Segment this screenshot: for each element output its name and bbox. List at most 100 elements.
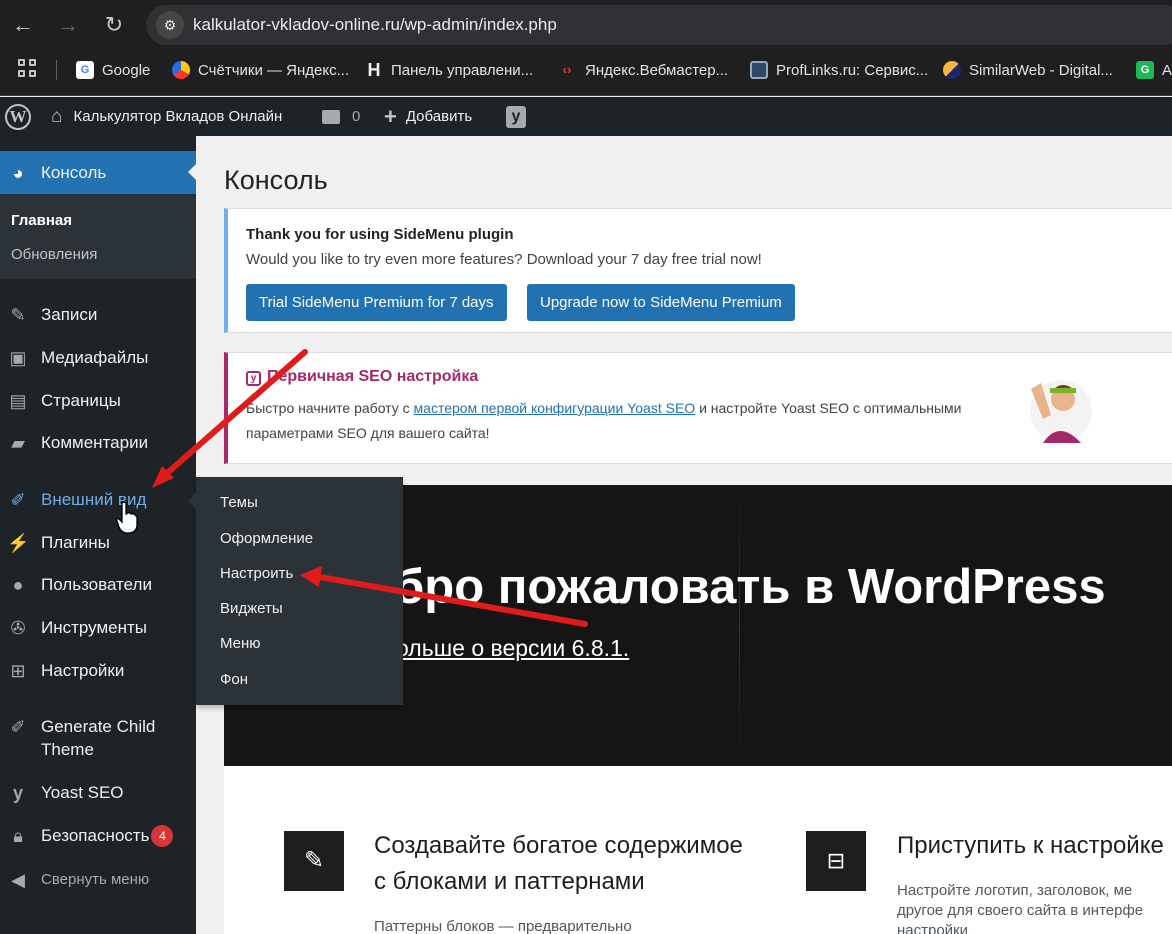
comment-bubble-icon <box>322 109 340 124</box>
new-content-link[interactable]: + Добавить <box>384 97 472 136</box>
flyout-menus[interactable]: Меню <box>220 635 261 652</box>
similarweb-icon <box>943 61 961 79</box>
menu-pages[interactable]: ▤ Страницы <box>0 388 196 413</box>
collapse-menu-button[interactable]: ◀ Свернуть меню <box>0 867 196 892</box>
site-info-icon[interactable]: ⚙ <box>156 11 184 39</box>
bookmark-panel[interactable]: H Панель управлени... <box>365 60 534 80</box>
submenu-home[interactable]: Главная <box>11 212 72 229</box>
column-title-blocks[interactable]: Создавайте богатое содержимое с блоками и… <box>374 828 743 900</box>
menu-security[interactable]: 🔒︎ Безопасность 4 <box>0 823 196 848</box>
menu-settings[interactable]: ⊞ Настройки <box>0 658 196 683</box>
sidemenu-notice: Thank you for using SideMenu plugin Woul… <box>224 208 1172 333</box>
wrench-icon: ✇ <box>10 617 26 638</box>
seo-notice-title: y Первичная SEO настройка <box>246 368 478 386</box>
seo-title-text: Первичная SEO настройка <box>267 368 479 385</box>
wordpress-logo-icon[interactable]: W <box>5 97 31 136</box>
menu-dashboard-item[interactable]: ◕ Консоль <box>0 151 196 194</box>
menu-yoast-seo[interactable]: y Yoast SEO <box>0 780 196 805</box>
column-text-line: другое для своего сайта в интерфе <box>897 902 1144 919</box>
bookmark-google[interactable]: G Google <box>76 60 150 80</box>
site-name-label: Калькулятор Вкладов Онлайн <box>73 108 283 125</box>
menu-tools[interactable]: ✇ Инструменты <box>0 615 196 640</box>
flyout-widgets[interactable]: Виджеты <box>220 600 283 617</box>
plus-icon: + <box>384 103 397 129</box>
bookmarks-divider <box>56 60 57 80</box>
site-name-link[interactable]: ⌂ Калькулятор Вкладов Онлайн <box>51 97 282 136</box>
menu-label: Инструменты <box>41 617 148 637</box>
menu-label: Страницы <box>41 390 121 410</box>
new-content-label: Добавить <box>405 108 473 125</box>
user-icon: ● <box>12 574 24 595</box>
menu-plugins[interactable]: ⚡ Плагины <box>0 530 196 555</box>
column-text-line: Настройте логотип, заголовок, ме <box>897 882 1133 899</box>
pushpin-icon: ✎ <box>10 304 26 325</box>
menu-posts[interactable]: ✎ Записи <box>0 302 196 327</box>
yoast-icon: y <box>12 782 23 803</box>
menu-comments[interactable]: ▰ Комментарии <box>0 430 196 455</box>
menu-label: Безопасность 4 <box>41 824 174 847</box>
menu-media[interactable]: ▣ Медиафайлы <box>0 345 196 370</box>
yoast-mascot-illustration <box>1030 380 1092 443</box>
proflinks-icon <box>750 61 768 79</box>
trial-button[interactable]: Trial SideMenu Premium for 7 days <box>246 284 507 321</box>
lock-icon: 🔒︎ <box>13 825 23 846</box>
menu-label: Плагины <box>41 532 110 552</box>
menu-label: Свернуть меню <box>41 871 150 888</box>
admin-sidebar: ◕ Консоль Главная Обновления ✎ Записи ▣ … <box>0 136 196 934</box>
yoast-adminbar-icon[interactable]: y <box>506 97 526 136</box>
security-label: Безопасность <box>41 825 150 845</box>
menu-label: Настройки <box>41 660 125 680</box>
submenu-updates[interactable]: Обновления <box>11 246 97 263</box>
dashboard-submenu <box>0 194 196 279</box>
menu-generate-child-theme[interactable]: ✐ Generate Child <box>0 714 196 739</box>
pages-icon: ▤ <box>9 390 27 411</box>
menu-label: Generate Child <box>41 716 156 736</box>
yoast-seo-notice: y Первичная SEO настройка Быстро начните … <box>224 352 1172 464</box>
bookmark-metrica[interactable]: Счётчики — Яндекс... <box>172 60 349 80</box>
code-brackets-icon: ‹› <box>562 62 572 77</box>
bookmark-webmaster[interactable]: ‹› Яндекс.Вебмастер... <box>557 60 728 80</box>
settings-sliders-icon: ⊞ <box>10 660 26 681</box>
seo-text-before: Быстро начните работу с <box>246 400 414 416</box>
column-title-customize[interactable]: Приступить к настройке <box>897 828 1164 864</box>
address-bar[interactable]: ⚙ kalkulator-vkladov-online.ru/wp-admin/… <box>146 5 1172 45</box>
menu-users[interactable]: ● Пользователи <box>0 572 196 597</box>
welcome-title: бро пожаловать в WordPress <box>394 560 1106 614</box>
bookmark-label: ProfLinks.ru: Сервис... <box>776 61 929 79</box>
yoast-logo-icon: y <box>246 371 261 386</box>
column-title-line: с блоками и паттернами <box>374 868 645 895</box>
yoast-wizard-link[interactable]: мастером первой конфигурации Yoast SEO <box>414 400 696 416</box>
reload-icon[interactable]: ↻ <box>99 10 129 40</box>
welcome-version-link[interactable]: ольше о версии 6.8.1. <box>396 635 629 662</box>
notice-title: Thank you for using SideMenu plugin <box>246 226 514 243</box>
bookmark-overflow[interactable]: G A <box>1136 60 1172 80</box>
metrica-icon <box>172 61 190 79</box>
hand-cursor-icon <box>116 501 138 534</box>
dashboard-gauge-icon: ◕ <box>12 162 24 183</box>
apps-grid-icon[interactable] <box>18 59 38 79</box>
column-text-line: настройки <box>897 922 969 934</box>
menu-label: Yoast SEO <box>41 782 124 802</box>
back-icon[interactable]: ← <box>8 10 38 40</box>
menu-label: Медиафайлы <box>41 347 149 367</box>
bookmark-similarweb[interactable]: SimilarWeb - Digital... <box>943 60 1113 80</box>
url-text[interactable]: kalkulator-vkladov-online.ru/wp-admin/in… <box>193 15 557 35</box>
upgrade-button[interactable]: Upgrade now to SideMenu Premium <box>527 284 795 321</box>
comments-link[interactable]: 0 <box>322 97 360 136</box>
menu-generate-child-theme-line2[interactable]: Theme <box>0 737 196 762</box>
menu-appearance[interactable]: ✐ Внешний вид <box>0 487 196 512</box>
flyout-customize[interactable]: Настроить <box>220 565 293 582</box>
flyout-themes[interactable]: Темы <box>220 494 258 511</box>
flyout-design[interactable]: Оформление <box>220 530 313 547</box>
collapse-arrow-icon: ◀ <box>11 869 25 890</box>
comment-icon: ▰ <box>11 432 25 453</box>
security-badge: 4 <box>151 824 174 847</box>
media-icon: ▣ <box>9 347 27 368</box>
bookmark-label: Панель управлени... <box>391 61 534 79</box>
column-text-customize: Настройте логотип, заголовок, ме другое д… <box>897 881 1143 934</box>
bookmark-label: SimilarWeb - Digital... <box>969 61 1113 79</box>
flyout-background[interactable]: Фон <box>220 671 248 688</box>
welcome-columns: ✎ Создавайте богатое содержимое с блоками… <box>224 766 1172 934</box>
bookmark-proflinks[interactable]: ProfLinks.ru: Сервис... <box>750 60 928 80</box>
forward-icon[interactable]: → <box>53 10 83 40</box>
